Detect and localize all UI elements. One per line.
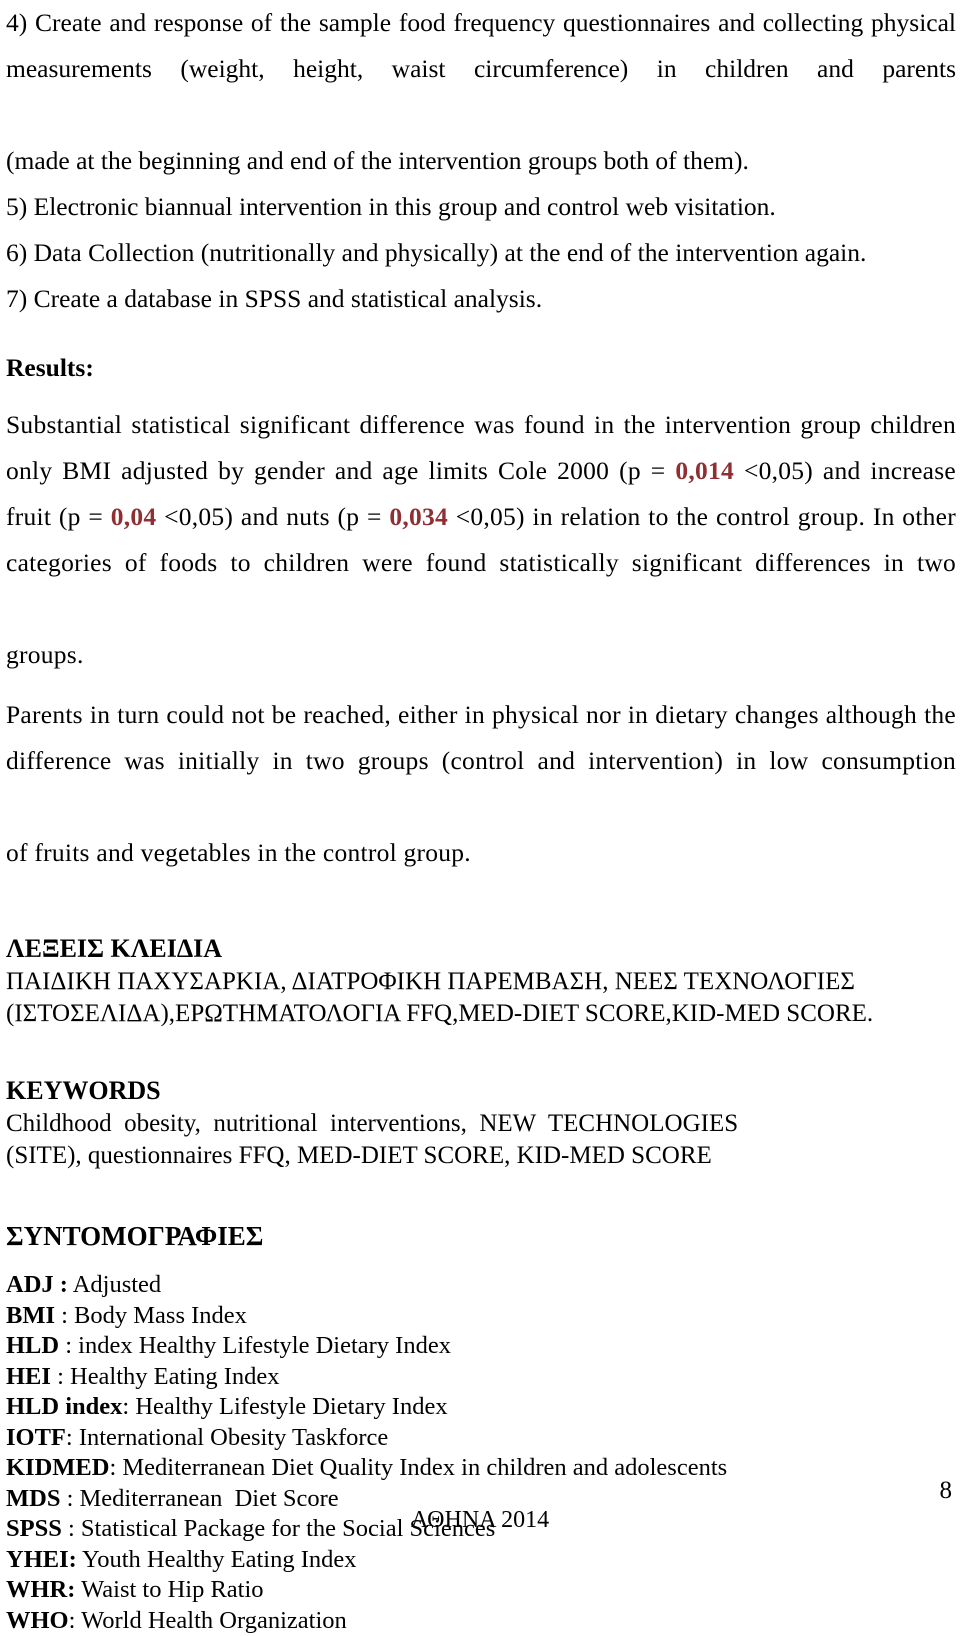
spacer — [6, 876, 956, 932]
abbreviations-section: ΣΥΝΤΟΜΟΓΡΑΦΙΕΣ ADJ : Adjusted BMI : Body… — [6, 1216, 956, 1636]
footer-place-year: ΑΘΗΝΑ 2014 — [0, 1505, 960, 1535]
abbreviation-term: WHR: — [6, 1576, 75, 1603]
english-keywords-line-1: Childhood obesity, nutritional intervent… — [6, 1108, 956, 1140]
english-keywords-heading: KEYWORDS — [6, 1074, 956, 1108]
abbreviation-definition: Adjusted — [68, 1271, 161, 1298]
abbreviation-item: HLD : index Healthy Lifestyle Dietary In… — [6, 1331, 956, 1362]
results-paragraph-1: Substantial statistical significant diff… — [6, 402, 956, 678]
english-keywords-line-2: (SITE), questionnaires FFQ, MED-DIET SCO… — [6, 1140, 956, 1172]
abbreviation-term: WHO — [6, 1607, 69, 1634]
abbreviation-definition: : International Obesity Taskforce — [66, 1424, 388, 1451]
spacer — [6, 388, 956, 402]
methods-item-4-last-line: (made at the beginning and end of the in… — [6, 138, 956, 184]
p-value-bmi: 0,014 — [675, 456, 734, 485]
abbreviation-definition: : World Health Organization — [69, 1607, 347, 1634]
abbreviation-item: HEI : Healthy Eating Index — [6, 1362, 956, 1393]
methods-item-5: 5) Electronic biannual intervention in t… — [6, 184, 956, 230]
abbreviation-definition: : Mediterranean Diet Quality Index in ch… — [109, 1454, 727, 1481]
results-p2-last-line: of fruits and vegetables in the control … — [6, 830, 956, 876]
abbreviation-term: HLD — [6, 1332, 59, 1359]
abbreviation-item: ADJ : Adjusted — [6, 1270, 956, 1301]
spacer — [6, 1256, 956, 1270]
methods-item-6: 6) Data Collection (nutritionally and ph… — [6, 230, 956, 276]
spacer — [6, 678, 956, 692]
abbreviation-item: IOTF: International Obesity Taskforce — [6, 1423, 956, 1454]
greek-keywords-heading: ΛΕΞΕΙΣ ΚΛΕΙΔΙΑ — [6, 932, 956, 966]
spacer — [6, 1030, 956, 1074]
abbreviation-term: HEI — [6, 1363, 51, 1390]
abbreviation-definition: : Healthy Lifestyle Dietary Index — [122, 1393, 447, 1420]
abbreviation-term: ADJ : — [6, 1271, 68, 1298]
methods-item-4: 4) Create and response of the sample foo… — [6, 0, 956, 138]
results-p1-text-3: <0,05) and nuts (p = — [156, 502, 389, 531]
abbreviation-item: WHR: Waist to Hip Ratio — [6, 1575, 956, 1606]
abbreviation-term: BMI — [6, 1302, 55, 1329]
abbreviation-item: KIDMED: Mediterranean Diet Quality Index… — [6, 1453, 956, 1484]
abbreviation-item: BMI : Body Mass Index — [6, 1301, 956, 1332]
abbreviation-term: YHEI: — [6, 1546, 77, 1573]
results-p1-last-line: groups. — [6, 632, 956, 678]
abbreviation-term: KIDMED — [6, 1454, 109, 1481]
english-keywords-section: KEYWORDS Childhood obesity, nutritional … — [6, 1074, 956, 1172]
greek-keywords-line-2: (ΙΣΤΟΣΕΛΙΔΑ),ΕΡΩΤΗΜΑΤΟΛΟΓΙΑ FFQ,MED-DIET… — [6, 998, 956, 1030]
abbreviation-definition: : index Healthy Lifestyle Dietary Index — [59, 1332, 451, 1359]
results-paragraph-2: Parents in turn could not be reached, ei… — [6, 692, 956, 876]
abbreviation-item: YHEI: Youth Healthy Eating Index — [6, 1545, 956, 1576]
p-value-fruit: 0,04 — [111, 502, 157, 531]
document-page: 4) Create and response of the sample foo… — [0, 0, 960, 1546]
results-heading: Results: — [6, 348, 956, 388]
greek-keywords-section: ΛΕΞΕΙΣ ΚΛΕΙΔΙΑ ΠΑΙΔΙΚΗ ΠΑΧΥΣΑΡΚΙΑ, ΔΙΑΤΡ… — [6, 932, 956, 1030]
abbreviations-heading: ΣΥΝΤΟΜΟΓΡΑΦΙΕΣ — [6, 1216, 956, 1256]
abbreviation-definition: Youth Healthy Eating Index — [77, 1546, 357, 1573]
abbreviation-term: IOTF — [6, 1424, 66, 1451]
greek-keywords-line-1: ΠΑΙΔΙΚΗ ΠΑΧΥΣΑΡΚΙΑ, ΔΙΑΤΡΟΦΙΚΗ ΠΑΡΕΜΒΑΣΗ… — [6, 966, 956, 998]
results-p2-text: Parents in turn could not be reached, ei… — [6, 692, 956, 830]
spacer — [6, 1172, 956, 1216]
methods-item-7: 7) Create a database in SPSS and statist… — [6, 276, 956, 322]
abbreviation-definition: : Healthy Eating Index — [51, 1363, 280, 1390]
abbreviation-term: HLD index — [6, 1393, 122, 1420]
p-value-nuts: 0,034 — [389, 502, 448, 531]
abbreviation-definition: Waist to Hip Ratio — [75, 1576, 263, 1603]
abbreviations-list: ADJ : Adjusted BMI : Body Mass Index HLD… — [6, 1270, 956, 1636]
abbreviation-item: WHO: World Health Organization — [6, 1606, 956, 1636]
methods-list: 4) Create and response of the sample foo… — [6, 0, 956, 322]
page-number: 8 — [940, 1476, 953, 1506]
abbreviation-definition: : Body Mass Index — [55, 1302, 247, 1329]
spacer — [6, 322, 956, 348]
abbreviation-item: HLD index: Healthy Lifestyle Dietary Ind… — [6, 1392, 956, 1423]
